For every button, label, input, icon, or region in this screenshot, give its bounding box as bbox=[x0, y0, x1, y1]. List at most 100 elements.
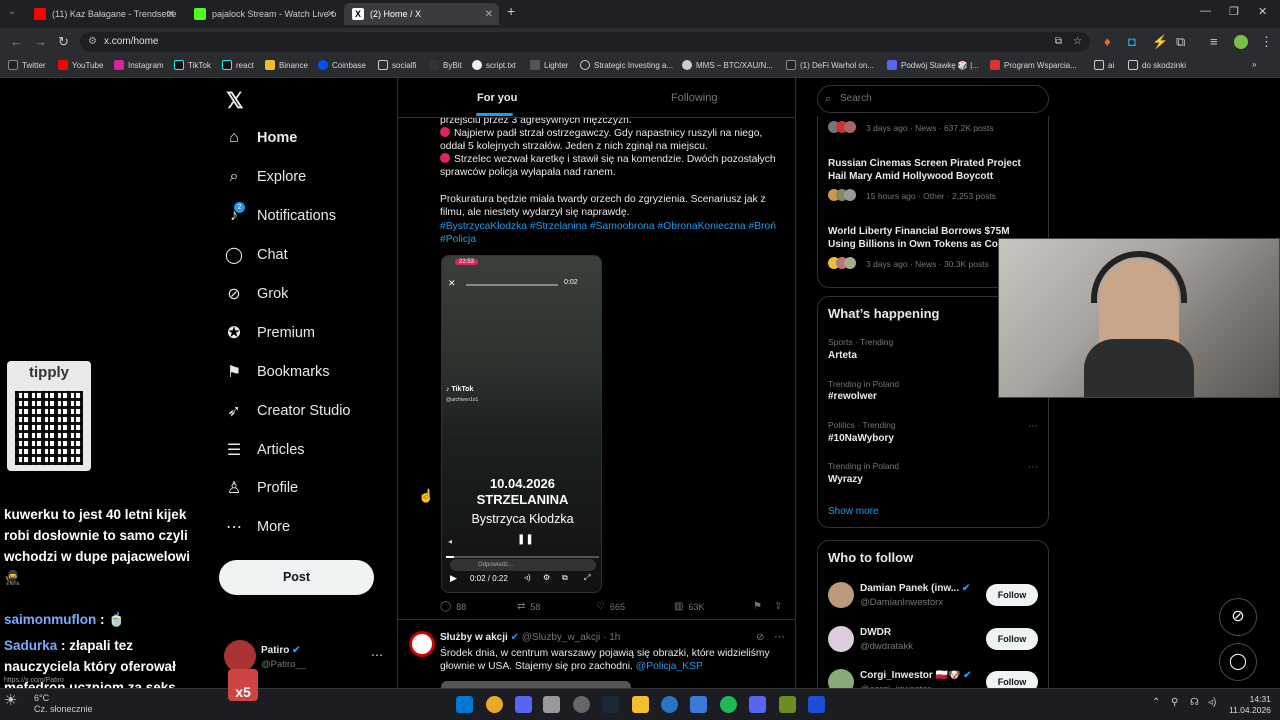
chat-fab-icon[interactable]: ◯ bbox=[1219, 643, 1257, 681]
extensions-puzzle-icon[interactable]: ⧉ bbox=[1176, 34, 1185, 50]
play-icon[interactable]: ▶ bbox=[450, 573, 457, 584]
reply-action[interactable]: ◯ 88 bbox=[440, 601, 466, 612]
nav-explore[interactable]: ⌕ Explore bbox=[225, 168, 307, 186]
follow-avatar[interactable] bbox=[828, 626, 854, 652]
site-info-icon[interactable]: ⚙ bbox=[88, 32, 97, 52]
views-action[interactable]: ▥ 63K bbox=[674, 601, 704, 612]
share-action[interactable]: ⇪ bbox=[774, 601, 787, 612]
bookmarks-overflow-icon[interactable]: » bbox=[1252, 60, 1256, 69]
edge-icon[interactable] bbox=[661, 696, 678, 713]
bookmark-binance[interactable]: Binance bbox=[265, 60, 308, 70]
reload-icon[interactable]: ↻ bbox=[58, 34, 69, 50]
news-title[interactable]: Russian Cinemas Screen Pirated Project H… bbox=[828, 158, 1038, 183]
address-bar[interactable]: ⚙ x.com/home ⧉ ☆ bbox=[80, 32, 1090, 52]
chrome-icon[interactable] bbox=[486, 696, 503, 713]
star-icon[interactable]: ☆ bbox=[1073, 32, 1082, 52]
bookmark-program[interactable]: Program Wsparcia... bbox=[990, 60, 1077, 70]
x-logo-icon[interactable]: 𝕏 bbox=[226, 88, 244, 114]
app-icon[interactable] bbox=[779, 696, 796, 713]
show-more-link[interactable]: Show more bbox=[828, 506, 879, 517]
close-icon[interactable]: ✕ bbox=[327, 9, 335, 20]
obs-icon[interactable] bbox=[573, 696, 590, 713]
tweet-hashtags[interactable]: #Policja bbox=[440, 233, 785, 246]
trend-name[interactable]: Wyrazy bbox=[828, 474, 863, 485]
bookmark-tiktok[interactable]: TikTok bbox=[174, 60, 211, 70]
reading-list-icon[interactable]: ≡ bbox=[1210, 34, 1218, 49]
account-menu-icon[interactable]: ⋯ bbox=[371, 648, 383, 662]
post-button[interactable]: Post bbox=[219, 560, 374, 595]
bookmark-bybit[interactable]: ByBit bbox=[429, 60, 462, 70]
mute-icon[interactable]: ◂ bbox=[448, 537, 452, 546]
tab-following[interactable]: Following bbox=[671, 92, 717, 104]
menu-icon[interactable]: ⋮ bbox=[1260, 34, 1273, 50]
trend-menu-icon[interactable]: ⋯ bbox=[1028, 462, 1038, 473]
tweet-menu-icon[interactable]: ⋯ bbox=[774, 630, 785, 643]
tab-for-you[interactable]: For you bbox=[477, 92, 517, 104]
volume-icon[interactable]: ◃) bbox=[1208, 697, 1216, 708]
account-avatar[interactable] bbox=[224, 640, 256, 672]
extension-icon[interactable]: ◘ bbox=[1128, 34, 1136, 49]
folder-icon[interactable] bbox=[632, 696, 649, 713]
minimize-button[interactable]: — bbox=[1200, 5, 1211, 17]
extension-icon[interactable]: ♦ bbox=[1104, 34, 1111, 49]
app-icon[interactable] bbox=[543, 696, 560, 713]
bookmark-mms[interactable]: MMS – BTC/XAU/N... bbox=[682, 60, 773, 70]
bookmark-instagram[interactable]: Instagram bbox=[114, 60, 164, 70]
nav-profile[interactable]: ♙ Profile bbox=[225, 479, 298, 497]
tweet2-image[interactable] bbox=[441, 681, 631, 688]
search-input[interactable]: ⌕ Search bbox=[817, 85, 1049, 113]
network-icon[interactable]: ☊ bbox=[1190, 697, 1199, 708]
spotify-icon[interactable] bbox=[720, 696, 737, 713]
video-progress-bar[interactable] bbox=[446, 556, 599, 558]
close-icon[interactable]: ✕ bbox=[167, 9, 175, 20]
repost-action[interactable]: ⇄ 58 bbox=[517, 601, 540, 612]
app-icon[interactable] bbox=[690, 696, 707, 713]
bookmark-podwoj[interactable]: Podwój Stawkę 🎲 |... bbox=[887, 60, 979, 70]
trend-menu-icon[interactable]: ⋯ bbox=[1028, 421, 1038, 432]
trend-name[interactable]: Arteta bbox=[828, 350, 857, 361]
bookmark-folder-ai[interactable]: ai bbox=[1094, 60, 1114, 70]
tweet2-handle[interactable]: @Sluzby_w_akcji bbox=[522, 632, 601, 643]
bookmark-react[interactable]: react bbox=[222, 60, 254, 70]
close-icon[interactable]: ✕ bbox=[448, 278, 456, 289]
back-icon[interactable]: ← bbox=[10, 34, 23, 49]
tab-2[interactable]: pajalock Stream - Watch Live o ✕ bbox=[186, 3, 341, 25]
bookmark-script[interactable]: script.txt bbox=[472, 60, 516, 70]
steam-icon[interactable] bbox=[602, 696, 619, 713]
install-icon[interactable]: ⧉ bbox=[1055, 32, 1062, 52]
follow-button[interactable]: Follow bbox=[986, 584, 1038, 606]
bookmark-defi[interactable]: (1) DeFi Warhol on... bbox=[786, 60, 874, 70]
settings-icon[interactable]: ⚙ bbox=[543, 573, 550, 582]
new-tab-button[interactable]: + bbox=[507, 3, 515, 19]
microphone-icon[interactable]: ⚲ bbox=[1171, 697, 1178, 708]
nav-grok[interactable]: ⊘ Grok bbox=[225, 285, 288, 303]
tweet2-mention[interactable]: @Policja_KSP bbox=[636, 661, 703, 672]
bookmark-twitter[interactable]: Twitter bbox=[8, 60, 46, 70]
maximize-button[interactable]: ❐ bbox=[1229, 5, 1239, 18]
nav-more[interactable]: ⋯ More bbox=[225, 518, 290, 536]
follow-name[interactable]: Corgi_Inwestor 🇵🇱🐶 ✔ bbox=[860, 670, 972, 681]
bookmark-action[interactable]: ⚑ bbox=[753, 601, 767, 612]
nav-home[interactable]: ⌂ Home bbox=[225, 129, 297, 147]
tab-3-active[interactable]: X (2) Home / X ✕ bbox=[344, 3, 499, 25]
follow-button[interactable]: Follow bbox=[986, 628, 1038, 650]
forward-icon[interactable]: → bbox=[34, 34, 47, 49]
account-name[interactable]: Patiro ✔ bbox=[261, 645, 301, 656]
tweet-video[interactable]: 22:53 ✕ 0:02 ♪ TikTok @archiveo1o1 10.04… bbox=[441, 255, 602, 593]
clock[interactable]: 14:31 11.04.2026 bbox=[1229, 694, 1271, 716]
like-action[interactable]: ♡ 665 bbox=[596, 601, 625, 612]
tweet2-avatar[interactable] bbox=[409, 631, 435, 657]
window-close-button[interactable]: ✕ bbox=[1258, 5, 1267, 18]
follow-name[interactable]: Damian Panek (inw... ✔ bbox=[860, 583, 970, 594]
bookmark-lighter[interactable]: Lighter bbox=[530, 60, 568, 70]
nav-notifications[interactable]: ♪ 2 Notifications bbox=[225, 202, 336, 225]
tray-chevron-icon[interactable]: ⌃ bbox=[1152, 697, 1160, 708]
bookmark-youtube[interactable]: YouTube bbox=[58, 60, 103, 70]
follow-name[interactable]: DWDR bbox=[860, 627, 891, 638]
discord-icon[interactable] bbox=[515, 696, 532, 713]
bookmark-folder-skodzinki[interactable]: do skodzinki bbox=[1128, 60, 1186, 70]
follow-avatar[interactable] bbox=[828, 582, 854, 608]
extension-icon[interactable]: ⚡ bbox=[1152, 34, 1168, 50]
tweet2-author[interactable]: Służby w akcji bbox=[440, 632, 508, 643]
nav-articles[interactable]: ☰ Articles bbox=[225, 441, 305, 459]
